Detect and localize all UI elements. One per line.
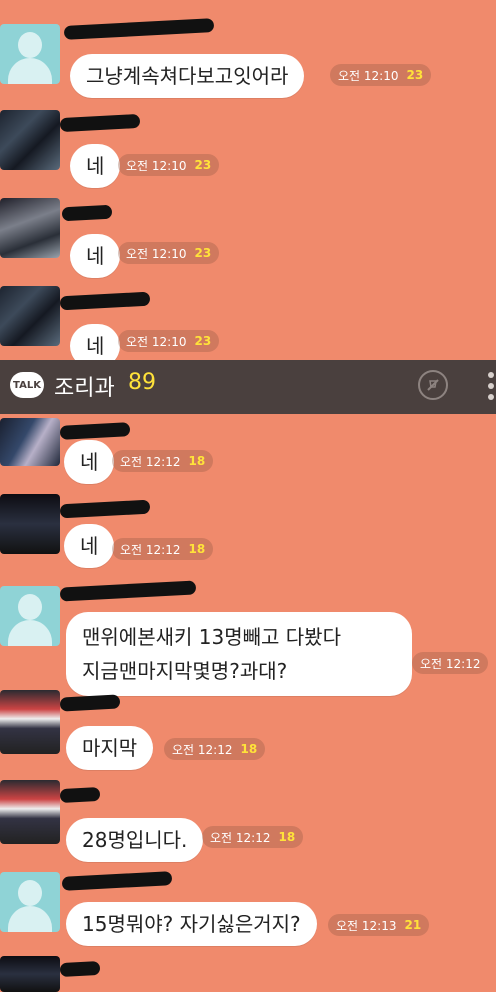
unread-count: 18 [188,542,206,556]
message-bubble[interactable]: 맨위에본새키 13명빼고 다봤다 지금맨마지막몇명?과대? [66,612,412,696]
mute-icon[interactable] [418,370,448,400]
room-title: 조리과 [54,376,115,401]
avatar[interactable] [0,956,60,992]
message-bubble[interactable]: 네 [64,440,115,484]
message-bubble[interactable]: 네 [70,234,121,278]
message-meta: 오전 12:12 18 [164,738,266,760]
avatar[interactable] [0,198,60,258]
message-bubble[interactable]: 28명입니다. [66,818,204,862]
avatar[interactable] [0,24,60,84]
message-time: 오전 12:10 [126,334,187,349]
message-time: 오전 12:10 [338,68,399,83]
more-vertical-icon[interactable] [482,368,496,404]
message-line: 맨위에본새키 13명빼고 다봤다 [82,625,341,649]
redacted-name [61,871,173,891]
redacted-name [59,580,197,602]
message-time: 오전 12:13 [336,918,397,933]
avatar[interactable] [0,690,60,754]
unread-count: 23 [194,246,212,260]
message-time: 오전 12:12 [120,542,181,557]
redacted-name [59,113,141,133]
unread-count: 18 [240,742,258,756]
message-time: 오전 12:10 [126,158,187,173]
message-meta: 오전 12:12 [412,652,489,674]
unread-count: 23 [194,158,212,172]
message-time: 오전 12:12 [172,742,233,757]
redacted-name [63,18,215,40]
message-time: 오전 12:12 [120,454,181,469]
message-meta: 오전 12:10 23 [330,64,432,86]
avatar[interactable] [0,586,60,646]
avatar[interactable] [0,780,60,844]
unread-count: 23 [194,334,212,348]
message-bubble[interactable]: 네 [64,524,115,568]
redacted-name [59,291,151,311]
chat-list[interactable]: 그냥계속쳐다보고잇어라 오전 12:10 23 네 오전 12:10 23 네 … [0,0,496,992]
unread-count: 18 [188,454,206,468]
message-line: 지금맨마지막몇명?과대? [82,659,288,683]
avatar[interactable] [0,494,60,554]
message-time: 오전 12:10 [126,246,187,261]
message-bubble[interactable]: 마지막 [66,726,154,770]
unread-count: 23 [406,68,424,82]
message-bubble[interactable]: 네 [70,144,121,188]
unread-count: 18 [278,830,296,844]
avatar[interactable] [0,872,60,932]
message-meta: 오전 12:12 18 [112,450,214,472]
message-meta: 오전 12:10 23 [118,154,220,176]
talk-icon[interactable]: TALK [10,372,44,398]
redacted-name [59,422,131,440]
redacted-name [59,960,101,978]
redacted-name [61,204,113,222]
avatar[interactable] [0,418,60,466]
message-meta: 오전 12:12 18 [112,538,214,560]
message-bubble[interactable]: 15명뭐야? 자기싫은거지? [66,902,317,946]
redacted-name [59,694,121,712]
message-meta: 오전 12:10 23 [118,242,220,264]
redacted-name [59,499,151,519]
chat-header: TALK 조리과 89 [0,360,496,414]
message-bubble[interactable]: 그냥계속쳐다보고잇어라 [70,54,305,98]
message-time: 오전 12:12 [210,830,271,845]
redacted-name [59,786,101,804]
message-meta: 오전 12:10 23 [118,330,220,352]
avatar[interactable] [0,286,60,346]
message-meta: 오전 12:13 21 [328,914,430,936]
unread-count: 21 [404,918,422,932]
member-count: 89 [128,370,156,395]
message-time: 오전 12:12 [420,656,481,671]
avatar[interactable] [0,110,60,170]
message-meta: 오전 12:12 18 [202,826,304,848]
